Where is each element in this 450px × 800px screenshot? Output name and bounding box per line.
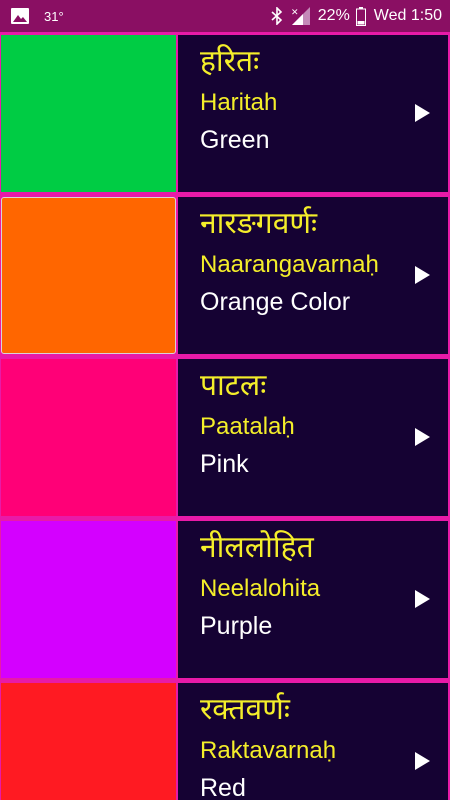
clock-text: Wed 1:50: [373, 7, 442, 24]
color-swatch: [1, 359, 176, 516]
english-word: Red: [200, 774, 246, 800]
color-swatch: [1, 683, 176, 800]
word-panel: हरितः Haritah Green: [178, 35, 448, 192]
english-word: Purple: [200, 612, 273, 640]
color-swatch: [1, 521, 176, 678]
app-screen: 31° ✕ 22% Wed 1:50 हरितः Haritah Green न…: [0, 0, 450, 800]
sanskrit-word: नारङगवर्णः: [200, 206, 318, 241]
battery-percent-text: 22%: [317, 7, 350, 24]
list-item-red[interactable]: रक्तवर्णः Raktavarnaḥ Red: [1, 683, 448, 800]
list-item-orange[interactable]: नारङगवर्णः Naarangavarnaḥ Orange Color: [1, 197, 448, 354]
play-icon[interactable]: [415, 752, 430, 770]
temperature-text: 31°: [44, 8, 64, 24]
list-item-green[interactable]: हरितः Haritah Green: [1, 35, 448, 192]
color-list: हरितः Haritah Green नारङगवर्णः Naarangav…: [0, 32, 450, 800]
play-icon[interactable]: [415, 590, 430, 608]
play-icon[interactable]: [415, 266, 430, 284]
english-word: Pink: [200, 450, 249, 478]
svg-text:✕: ✕: [291, 8, 299, 18]
play-icon[interactable]: [415, 104, 430, 122]
sanskrit-word: पाटलः: [200, 368, 267, 403]
color-swatch: [1, 197, 176, 354]
signal-icon: ✕: [291, 7, 310, 25]
transliteration-text: Neelalohita: [200, 575, 321, 602]
gallery-icon: [11, 8, 29, 24]
english-word: Green: [200, 126, 270, 154]
english-word: Orange Color: [200, 288, 351, 316]
bluetooth-icon: [271, 7, 282, 25]
list-item-pink[interactable]: पाटलः Paatalaḥ Pink: [1, 359, 448, 516]
color-swatch: [1, 35, 176, 192]
word-panel: नारङगवर्णः Naarangavarnaḥ Orange Color: [178, 197, 448, 354]
word-panel: पाटलः Paatalaḥ Pink: [178, 359, 448, 516]
transliteration-text: Paatalaḥ: [200, 413, 295, 440]
word-panel: रक्तवर्णः Raktavarnaḥ Red: [178, 683, 448, 800]
battery-icon: [355, 6, 366, 26]
list-item-purple[interactable]: नीललोहित Neelalohita Purple: [1, 521, 448, 678]
play-icon[interactable]: [415, 428, 430, 446]
sanskrit-word: रक्तवर्णः: [200, 692, 290, 727]
transliteration-text: Haritah: [200, 89, 278, 116]
sanskrit-word: नीललोहित: [200, 530, 314, 565]
word-panel: नीललोहित Neelalohita Purple: [178, 521, 448, 678]
sanskrit-word: हरितः: [200, 44, 260, 79]
status-bar: 31° ✕ 22% Wed 1:50: [0, 0, 450, 32]
transliteration-text: Naarangavarnaḥ: [200, 251, 379, 278]
transliteration-text: Raktavarnaḥ: [200, 737, 337, 764]
